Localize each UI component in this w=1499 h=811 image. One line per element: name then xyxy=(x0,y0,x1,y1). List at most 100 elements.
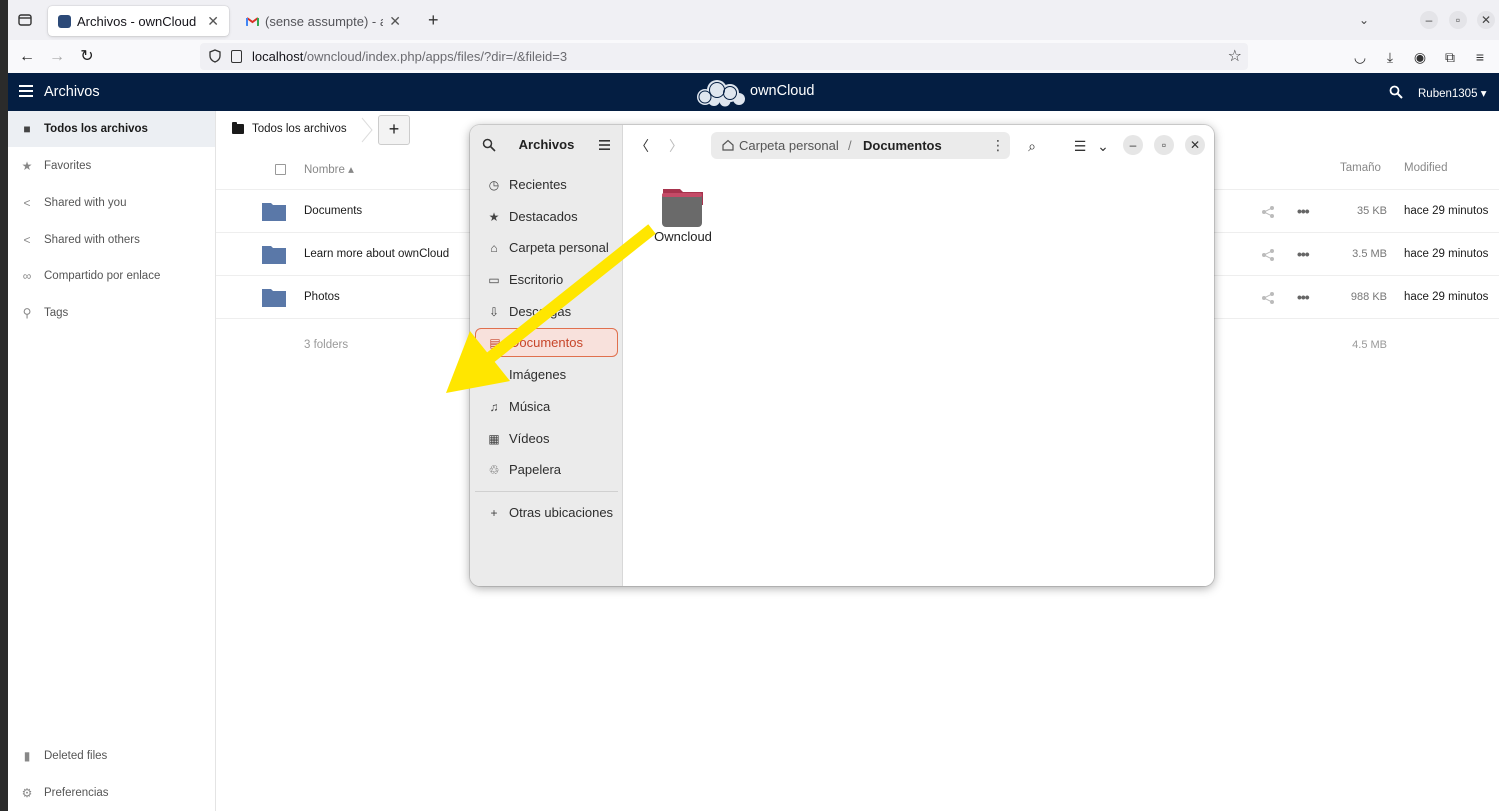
sidebar-item-preferences[interactable]: ⚙ Preferencias xyxy=(8,775,215,811)
file-name[interactable]: Learn more about ownCloud xyxy=(304,248,449,260)
restore-window-icon[interactable]: ▫ xyxy=(1449,11,1467,29)
caret-down-icon: ▾ xyxy=(1480,88,1487,100)
desktop-icon: ▭ xyxy=(488,272,500,287)
share-icon[interactable] xyxy=(1261,248,1275,262)
place-papelera[interactable]: ♲ Papelera xyxy=(475,455,618,484)
place-imagenes[interactable]: ▨ Imágenes xyxy=(475,360,618,389)
reload-icon[interactable]: ↻ xyxy=(76,46,98,68)
close-window-icon[interactable]: ✕ xyxy=(1185,135,1205,155)
minimize-window-icon[interactable]: – xyxy=(1123,135,1143,155)
link-icon: ∞ xyxy=(22,269,32,283)
plus-icon: + xyxy=(490,505,498,520)
desktop-edge xyxy=(0,0,8,811)
tab-title: (sense assumpte) - alcan xyxy=(265,13,383,29)
file-modified: hace 29 minutos xyxy=(1404,205,1489,217)
sidebar-item-deleted-files[interactable]: ▮ Deleted files xyxy=(8,738,215,774)
owncloud-logo-icon[interactable] xyxy=(694,77,748,107)
maximize-window-icon[interactable]: ▫ xyxy=(1154,135,1174,155)
nautilus-content: 〈 〉 Carpeta personal / Documentos ⋮ ⌕ ☰ … xyxy=(623,125,1214,586)
extensions-icon[interactable]: ⧉ xyxy=(1441,48,1459,66)
page-info-icon[interactable] xyxy=(231,50,242,63)
folder-icon: ■ xyxy=(23,122,31,136)
nautilus-sidebar: Archivos ◷ Recientes ★ Destacados ⌂ Carpeta… xyxy=(470,125,623,586)
file-name[interactable]: Photos xyxy=(304,291,340,303)
new-file-button[interactable]: + xyxy=(378,115,410,145)
sidebar-item-shared-with-others[interactable]: < Shared with others xyxy=(8,222,215,258)
new-tab-button[interactable]: + xyxy=(428,10,439,31)
place-destacados[interactable]: ★ Destacados xyxy=(475,202,618,231)
menu-hamburger-icon[interactable]: ≡ xyxy=(1471,48,1489,66)
place-escritorio[interactable]: ▭ Escritorio xyxy=(475,265,618,294)
place-descargas[interactable]: ⇩ Descargas xyxy=(475,297,618,326)
search-location-icon[interactable]: ⌕ xyxy=(1021,135,1043,157)
sidebar-item-shared-with-you[interactable]: < Shared with you xyxy=(8,185,215,221)
item-name[interactable]: Owncloud xyxy=(639,229,727,244)
image-icon: ▨ xyxy=(488,367,500,382)
path-separator: / xyxy=(848,138,852,153)
tab-strip: Archivos - ownCloud ✕ (sense assumpte) -… xyxy=(8,0,1499,40)
tab-overflow-chevron-icon[interactable]: ⌄ xyxy=(1355,11,1373,29)
user-menu[interactable]: Ruben1305 ▾ xyxy=(1418,86,1486,100)
more-actions-icon[interactable]: ••• xyxy=(1297,203,1310,219)
sidebar-item-shared-by-link[interactable]: ∞ Compartido por enlace xyxy=(8,258,215,294)
minimize-window-icon[interactable]: – xyxy=(1420,11,1438,29)
place-musica[interactable]: ♫ Música xyxy=(475,392,618,421)
more-options-icon[interactable]: ⋮ xyxy=(991,137,1005,154)
path-segment-home[interactable]: Carpeta personal xyxy=(739,138,839,153)
file-name[interactable]: Documents xyxy=(304,205,362,217)
more-actions-icon[interactable]: ••• xyxy=(1297,289,1310,305)
path-segment-current[interactable]: Documentos xyxy=(863,138,942,153)
close-window-icon[interactable]: ✕ xyxy=(1477,11,1495,29)
share-icon[interactable] xyxy=(1261,291,1275,305)
app-title[interactable]: Archivos xyxy=(44,84,100,100)
gmail-favicon-icon xyxy=(246,16,259,26)
column-modified-header[interactable]: Modified xyxy=(1404,162,1447,174)
view-options-chevron-icon[interactable]: ⌄ xyxy=(1092,135,1114,157)
tab-close-icon[interactable]: ✕ xyxy=(207,13,219,30)
column-size-header[interactable]: Tamaño xyxy=(1340,162,1381,174)
place-recientes[interactable]: ◷ Recientes xyxy=(475,170,618,199)
breadcrumb[interactable]: Todos los archivos xyxy=(252,123,347,135)
url-text[interactable]: localhost/owncloud/index.php/apps/files/… xyxy=(252,49,567,64)
summary-total-size: 4.5 MB xyxy=(1352,339,1387,351)
sidebar-item-all-files[interactable]: ■ Todos los archivos xyxy=(8,111,215,147)
share-icon[interactable] xyxy=(1261,205,1275,219)
path-bar: Carpeta personal / Documentos ⋮ xyxy=(711,132,1010,159)
music-icon: ♫ xyxy=(489,399,499,414)
list-view-icon[interactable]: ☰ xyxy=(1069,135,1091,157)
column-name-header[interactable]: Nombre ▴ xyxy=(304,162,354,176)
account-icon[interactable]: ◉ xyxy=(1411,48,1429,66)
star-icon: ★ xyxy=(488,209,500,224)
file-modified: hace 29 minutos xyxy=(1404,291,1489,303)
shield-icon[interactable] xyxy=(208,49,222,63)
home-icon xyxy=(722,139,734,151)
tab-close-icon[interactable]: ✕ xyxy=(389,13,401,30)
tab-title: Archivos - ownCloud xyxy=(77,13,197,29)
search-icon[interactable] xyxy=(1389,85,1403,99)
forward-arrow-icon[interactable]: → xyxy=(46,46,68,68)
back-arrow-icon[interactable]: ← xyxy=(16,46,38,68)
app-menu-icon[interactable] xyxy=(19,85,33,97)
more-actions-icon[interactable]: ••• xyxy=(1297,246,1310,262)
forward-chevron-icon[interactable]: 〉 xyxy=(665,135,687,157)
select-all-checkbox[interactable] xyxy=(275,164,286,175)
file-size: 35 KB xyxy=(1357,205,1387,217)
download-icon[interactable]: ⤓ xyxy=(1381,48,1399,66)
tab-owncloud[interactable]: Archivos - ownCloud ✕ xyxy=(48,6,229,36)
menu-hamburger-icon[interactable] xyxy=(599,140,610,150)
place-otras-ubicaciones[interactable]: + Otras ubicaciones xyxy=(475,498,618,527)
place-documentos[interactable]: ▤ Documentos xyxy=(475,328,618,357)
pocket-icon[interactable]: ◡ xyxy=(1351,48,1369,66)
back-chevron-icon[interactable]: 〈 xyxy=(631,135,653,157)
file-size: 3.5 MB xyxy=(1352,248,1387,260)
bookmark-star-icon[interactable]: ☆ xyxy=(1228,46,1242,66)
trash-icon: ♲ xyxy=(488,462,500,477)
tab-list-icon[interactable] xyxy=(16,11,34,29)
place-videos[interactable]: ▦ Vídeos xyxy=(475,424,618,453)
tab-gmail[interactable]: (sense assumpte) - alcan ✕ xyxy=(236,6,411,36)
url-bar[interactable]: localhost/owncloud/index.php/apps/files/… xyxy=(200,43,1248,70)
folder-icon xyxy=(262,246,286,264)
place-carpeta-personal[interactable]: ⌂ Carpeta personal xyxy=(475,233,618,262)
sidebar-item-tags[interactable]: ⚲ Tags xyxy=(8,295,215,331)
sidebar-item-favorites[interactable]: ★ Favorites xyxy=(8,148,215,184)
